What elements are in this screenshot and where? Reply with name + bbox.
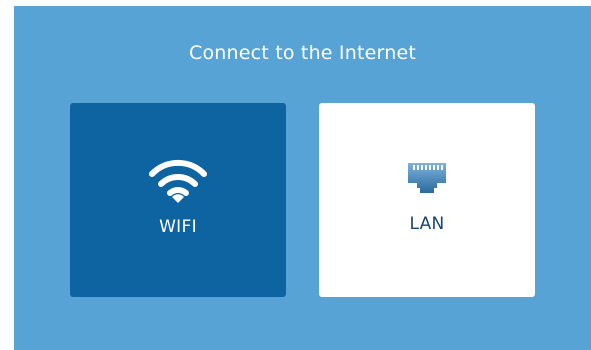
lan-option-card[interactable]: LAN xyxy=(319,103,535,297)
connection-screen: Connect to the Internet WIFI LAN xyxy=(14,6,591,350)
wifi-option-card[interactable]: WIFI xyxy=(70,103,286,297)
wifi-icon xyxy=(149,159,207,203)
page-title: Connect to the Internet xyxy=(189,42,416,64)
lan-label: LAN xyxy=(409,214,445,234)
wifi-label: WIFI xyxy=(159,217,197,237)
ethernet-port-icon xyxy=(408,163,446,193)
